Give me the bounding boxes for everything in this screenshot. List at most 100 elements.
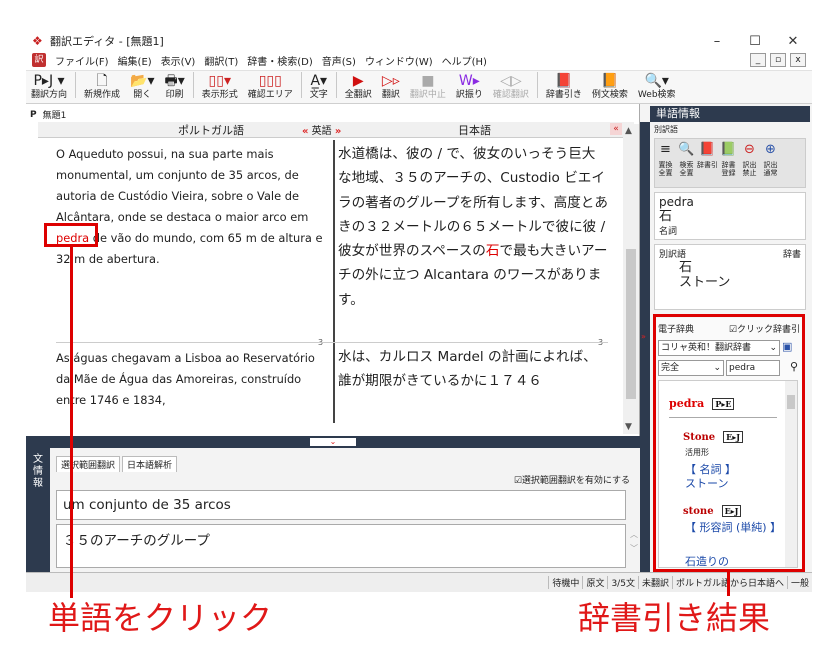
- check-translation-button[interactable]: ◁▷ 確認翻訳: [488, 69, 534, 101]
- menu-help[interactable]: ヘルプ(H): [442, 53, 487, 68]
- list-item[interactable]: ストーン: [659, 275, 801, 290]
- menu-bar: 訳 ファイル(F) 編集(E) 表示(V) 翻訳(T) 辞書・検索(D) 音声(…: [26, 50, 812, 70]
- play-icon: ▶: [352, 73, 364, 89]
- source-text[interactable]: O Aqueduto possui, na sua parte mais mon…: [56, 144, 328, 270]
- status-text-type: 原文: [582, 576, 607, 589]
- word-info-header: 単語情報: [650, 106, 810, 122]
- tb-label: Web検索: [637, 90, 676, 100]
- collapse-handle-icon[interactable]: ⌄: [310, 438, 356, 446]
- print-button[interactable]: 🖶▾ 印刷: [160, 69, 190, 101]
- window-title: 翻訳エディタ - [無題1]: [50, 35, 164, 48]
- layout-icon: ▯▯▾: [208, 73, 231, 89]
- search-all-button[interactable]: 🔍 検索 全置: [676, 139, 697, 187]
- font-button[interactable]: A̲▾ 文字: [305, 69, 333, 101]
- example-search-button[interactable]: 📙 例文検索: [587, 69, 633, 101]
- selected-word-translation: 石: [659, 209, 673, 224]
- expand-icon[interactable]: »: [641, 332, 646, 341]
- pane-splitter[interactable]: ⌄: [26, 436, 640, 448]
- sentence-info-side-tab[interactable]: 文 情 報: [26, 448, 50, 572]
- alt-translation-list: 別訳語 辞書 石 ストーン: [654, 244, 806, 310]
- selected-word-pos: 名詞: [659, 227, 678, 237]
- font-icon: A̲▾: [310, 73, 328, 89]
- menu-translate[interactable]: 翻訳(T): [204, 53, 238, 68]
- translated-word[interactable]: 石: [486, 243, 500, 259]
- scroll-up-icon[interactable]: ▲: [625, 126, 632, 136]
- new-button[interactable]: 🗋 新規作成: [79, 69, 125, 101]
- selected-word: pedra: [659, 195, 694, 209]
- tb-label: 翻訳中止: [409, 90, 446, 100]
- tb-label: 全翻訳: [344, 90, 372, 100]
- source-segment-2[interactable]: As águas chegavam a Lisboa ao Reservatór…: [56, 348, 328, 411]
- toolbar-separator: [192, 72, 194, 98]
- tb-label: 訳振り: [455, 90, 483, 100]
- language-header: ポルトガル語 « 英語 » 日本語 «: [38, 122, 634, 138]
- alt-list-col: 別訳語: [659, 250, 687, 260]
- forbid-icon: ⊖: [744, 142, 755, 157]
- menu-edit[interactable]: 編集(E): [118, 53, 152, 68]
- toolbar: P▸J ▾ 翻訳方向 🗋 新規作成 📂▾ 開く 🖶▾ 印刷 ▯▯▾ 表示形式 ▯▯▯ 確認エ…: [26, 70, 812, 104]
- translate-all-button[interactable]: ▶ 全翻訳: [340, 69, 377, 101]
- column-divider[interactable]: [333, 140, 335, 423]
- dictionary-lookup-button[interactable]: 📕 辞書引き: [541, 69, 587, 101]
- forbid-button[interactable]: ⊖ 訳出 禁止: [739, 139, 760, 187]
- minimize-button[interactable]: –: [698, 34, 736, 49]
- tab-japanese-analysis[interactable]: 日本語解析: [122, 456, 178, 472]
- list-item[interactable]: 石: [659, 260, 801, 275]
- word-gloss-button[interactable]: W▸ 訳振り: [451, 69, 488, 101]
- tb-label: 翻訳方向: [31, 90, 68, 100]
- document-tab[interactable]: P 無題1: [30, 107, 66, 122]
- replace-all-button[interactable]: ≡ 置換 全置: [655, 139, 676, 187]
- menu-window[interactable]: ウィンドウ(W): [365, 53, 433, 68]
- selection-target-field[interactable]: ３５のアーチのグループ: [56, 524, 626, 568]
- tb-label: 辞書引き: [545, 90, 582, 100]
- bottom-scrollbar[interactable]: ︿ ﹀: [630, 528, 638, 556]
- selection-source-field[interactable]: um conjunto de 35 arcos: [56, 490, 626, 520]
- tb-label: 確認翻訳: [492, 90, 529, 100]
- menu-view[interactable]: 表示(V): [161, 53, 196, 68]
- lookup-button[interactable]: 📕 辞書引: [697, 139, 718, 187]
- window-controls: – ☐ ✕: [698, 34, 812, 49]
- status-sentence-count: 3/5文: [607, 576, 638, 589]
- web-search-button[interactable]: 🔍▾ Web検索: [633, 69, 681, 101]
- scroll-thumb[interactable]: [626, 249, 636, 399]
- stop-translation-button[interactable]: ■ 翻訳中止: [405, 69, 451, 101]
- normal-button[interactable]: ⊕ 訳出 通常: [760, 139, 781, 187]
- direction-switch[interactable]: « 英語 »: [302, 122, 341, 137]
- target-segment-2[interactable]: 水は、カルロス Mardel の計画によれば、誰が期限がきているかに１７４６: [338, 345, 608, 394]
- tab-selection-translate[interactable]: 選択範囲翻訳: [56, 456, 121, 472]
- word-highlight-box: [44, 223, 98, 247]
- mdi-minimize-button[interactable]: _: [750, 53, 766, 67]
- menu-dictionary[interactable]: 辞書・検索(D): [247, 53, 313, 68]
- source-language: ポルトガル語: [178, 123, 244, 137]
- check-area-button[interactable]: ▯▯▯ 確認エリア: [243, 69, 298, 101]
- translate-button[interactable]: ▷▹ 翻訳: [377, 69, 405, 101]
- mdi-controls: _ ▫ x: [750, 53, 806, 67]
- translation-direction-button[interactable]: P▸J ▾ 翻訳方向: [26, 69, 72, 101]
- tab-name: 無題1: [42, 111, 67, 121]
- direction-icon: P▸J ▾: [33, 73, 65, 89]
- document-area: P 無題1 ポルトガル語 « 英語 » 日本語 « O Aqueduto pos…: [26, 104, 640, 436]
- toolbar-separator: [335, 72, 337, 98]
- document-scrollbar[interactable]: ▲ ▼: [623, 124, 639, 434]
- mdi-restore-button[interactable]: ▫: [770, 53, 786, 67]
- menu-voice[interactable]: 音声(S): [322, 53, 356, 68]
- enable-selection-checkbox[interactable]: ☑選択範囲翻訳を有効にする: [514, 473, 630, 486]
- scroll-down-icon[interactable]: ▼: [625, 422, 632, 432]
- tool-label: 訳出 通常: [763, 161, 778, 177]
- close-panel-icon[interactable]: «: [610, 123, 622, 135]
- register-button[interactable]: 📗 辞書 登録: [718, 139, 739, 187]
- callout-line-right: [727, 572, 730, 596]
- tool-label: 辞書引: [697, 161, 718, 169]
- menu-file[interactable]: ファイル(F): [55, 53, 109, 68]
- stop-icon: ■: [421, 73, 435, 89]
- status-bar: 待機中 原文 3/5文 未翻訳 ポルトガル語から日本語へ 一般: [26, 572, 812, 592]
- document-icon[interactable]: 訳: [32, 53, 46, 67]
- display-format-button[interactable]: ▯▯▾ 表示形式: [197, 69, 243, 101]
- open-button[interactable]: 📂▾ 開く: [125, 69, 159, 101]
- mdi-close-button[interactable]: x: [790, 53, 806, 67]
- tab-marker: P: [30, 109, 37, 120]
- close-button[interactable]: ✕: [774, 34, 812, 49]
- maximize-button[interactable]: ☐: [736, 34, 774, 49]
- replace-icon: ≡: [660, 142, 671, 157]
- target-text[interactable]: 水道橋は、彼の / で、彼女のいっそう巨大な地域、３５のアーチの、Custodi…: [338, 142, 608, 312]
